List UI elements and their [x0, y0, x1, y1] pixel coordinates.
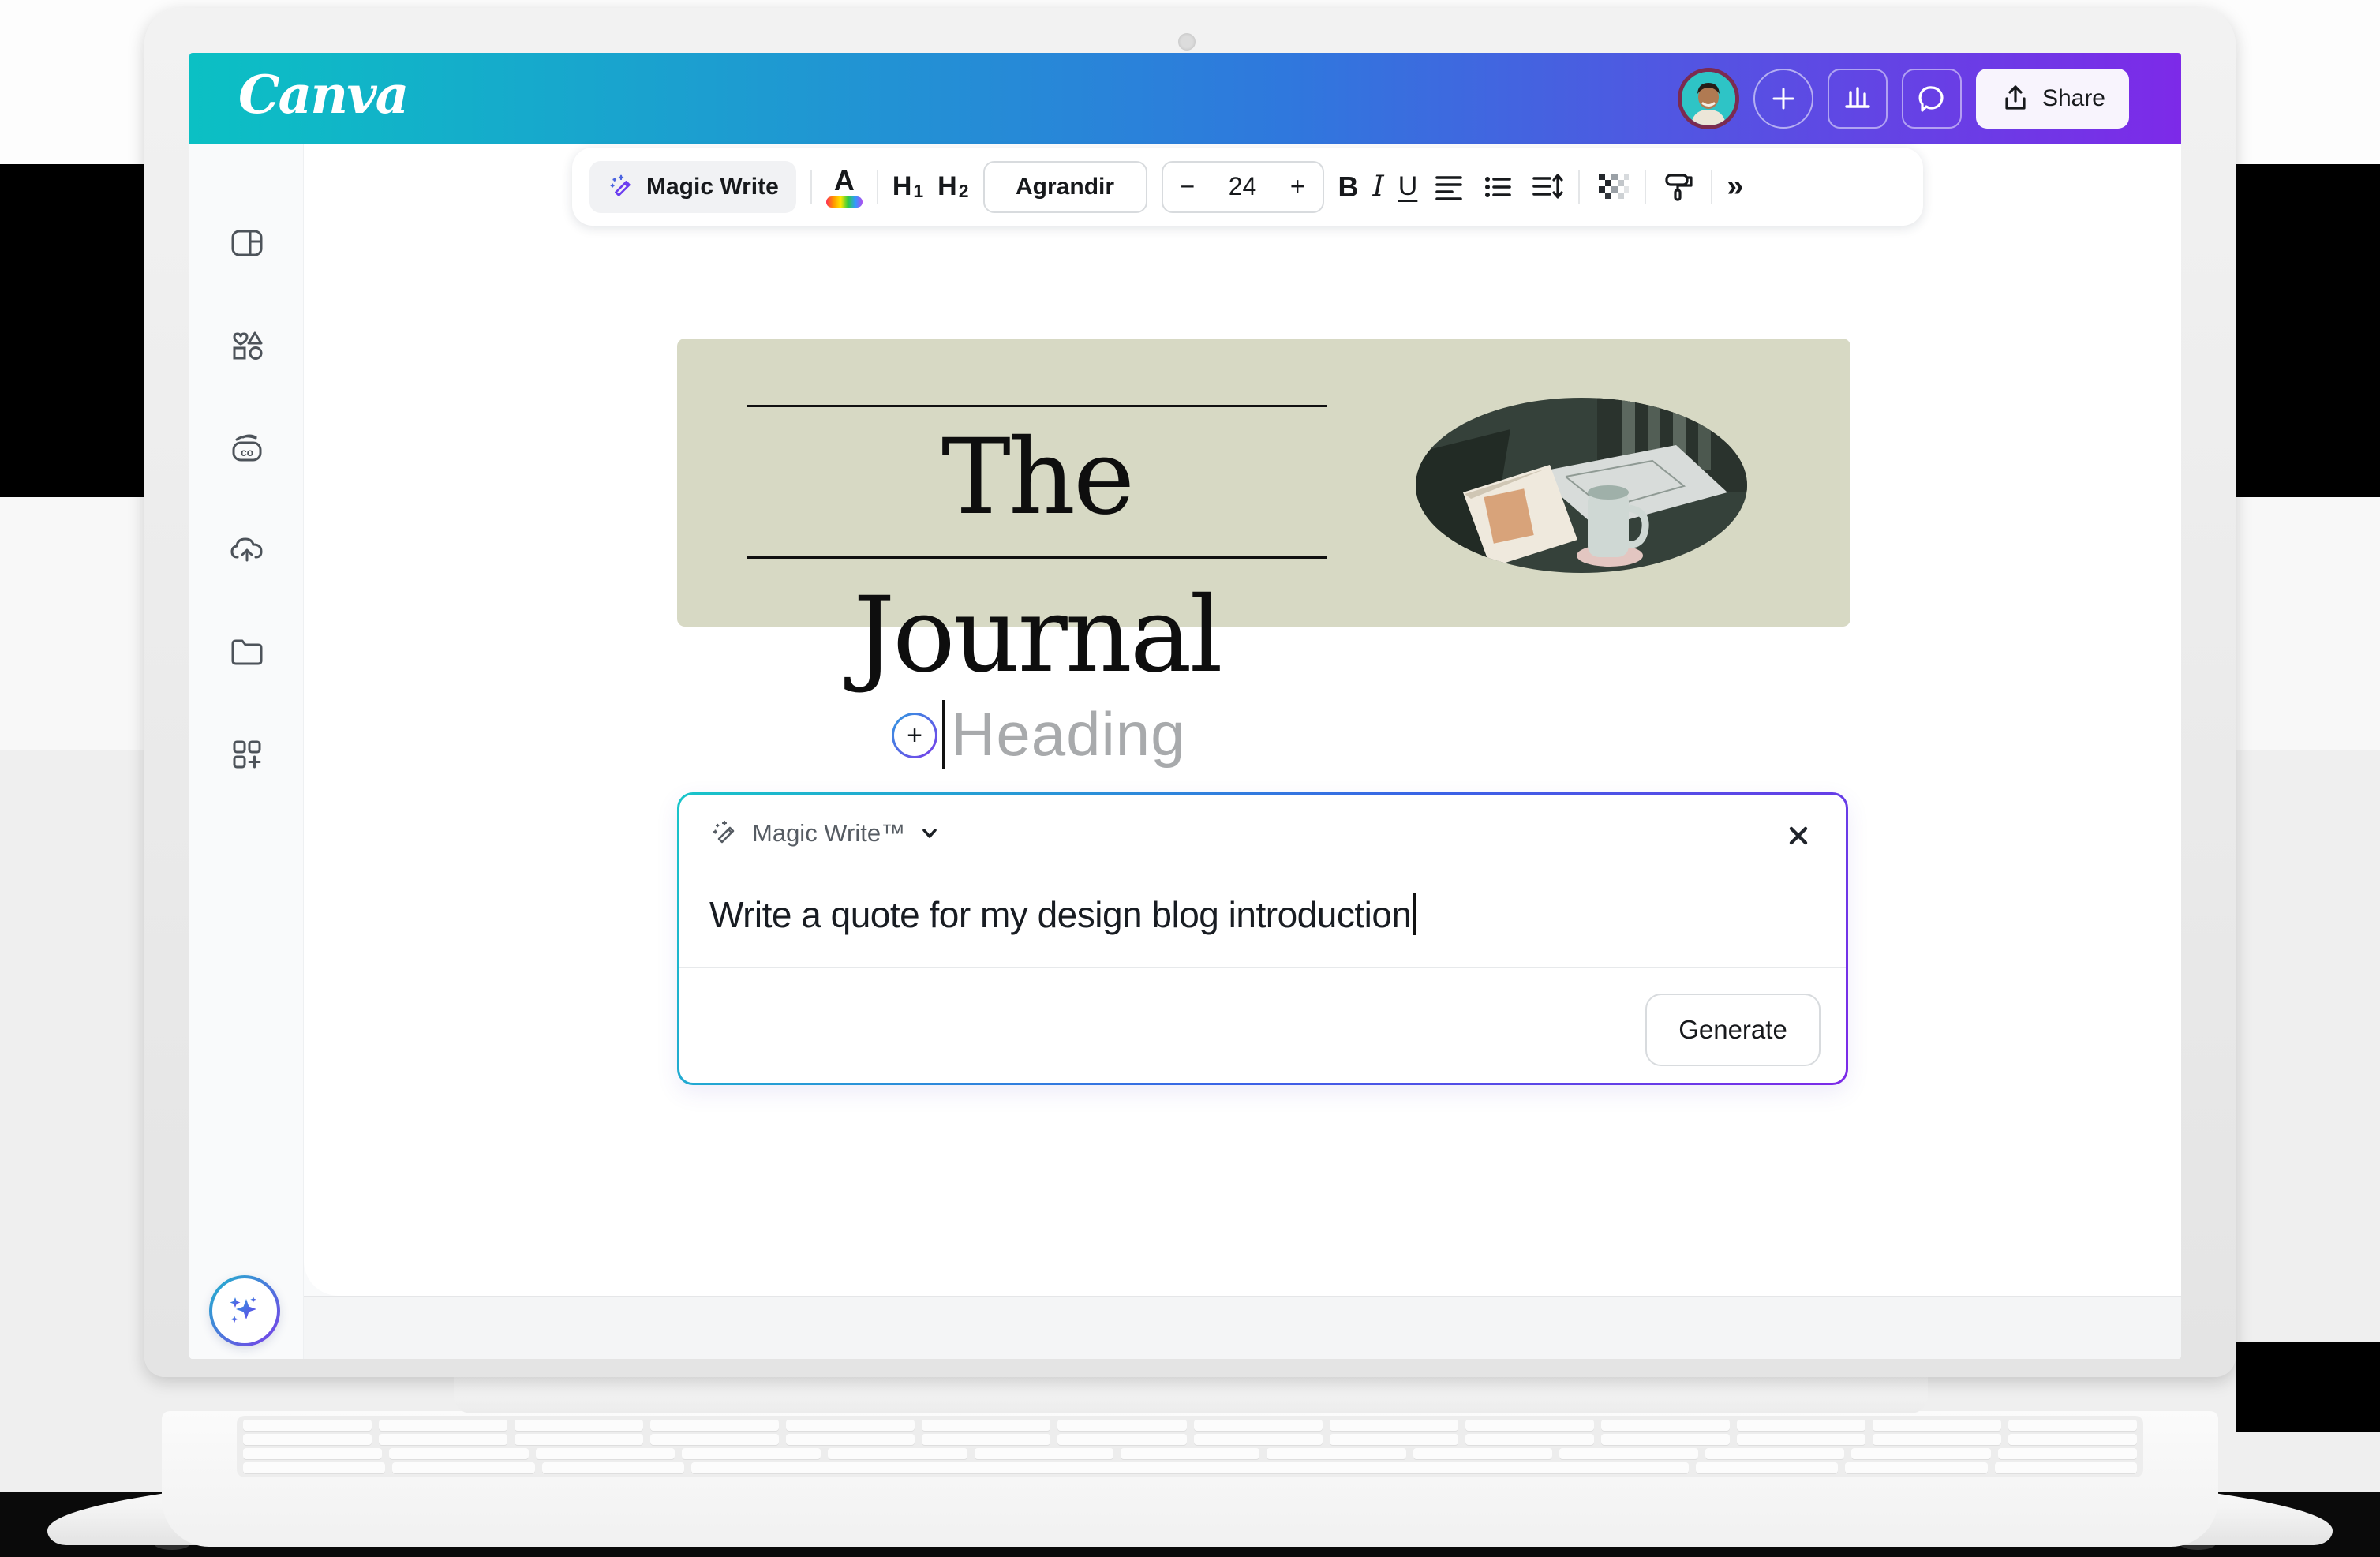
sidebar-item-design[interactable] [219, 215, 275, 271]
font-size-decrease[interactable]: − [1181, 172, 1196, 201]
prompt-cursor [1413, 893, 1416, 935]
magic-write-button[interactable]: Magic Write [589, 161, 796, 213]
brand-icon: co [227, 429, 267, 467]
font-size-increase[interactable]: + [1290, 172, 1305, 201]
bold-button[interactable]: B [1338, 170, 1359, 204]
italic-button[interactable]: I [1373, 170, 1384, 203]
marketing-mockup-scene: The Journal [0, 0, 2380, 1557]
panel-divider [679, 967, 1846, 968]
toolbar-divider [1645, 170, 1646, 204]
add-member-button[interactable] [1753, 69, 1813, 129]
avatar-photo [1682, 72, 1735, 125]
apps-icon [228, 735, 266, 773]
sidebar: co [189, 144, 304, 1359]
add-block-plus: + [907, 720, 922, 751]
insights-button[interactable] [1828, 69, 1888, 129]
canva-app-window: The Journal [189, 53, 2181, 1359]
banner-photo-ellipse[interactable] [1416, 398, 1747, 573]
line-spacing-button[interactable] [1529, 170, 1564, 204]
plus-icon [1768, 84, 1798, 114]
comment-bubble-icon [1914, 81, 1949, 116]
app-header: Canva [189, 53, 2181, 144]
svg-text:co: co [241, 446, 253, 458]
webcam-dot [1178, 33, 1196, 51]
sidebar-item-projects[interactable] [219, 624, 275, 679]
heading1-button[interactable]: H1 [892, 171, 923, 202]
font-size-value[interactable]: 24 [1229, 172, 1257, 201]
text-color-button[interactable]: A [826, 167, 863, 208]
doc-banner[interactable]: The Journal [677, 339, 1850, 627]
toolbar-divider [1578, 170, 1580, 204]
underline-button[interactable]: U [1398, 171, 1418, 202]
generate-button[interactable]: Generate [1645, 994, 1821, 1066]
magic-wand-icon [607, 173, 635, 201]
canva-assistant-button[interactable] [209, 1275, 280, 1346]
rainbow-color-bar [826, 196, 863, 208]
close-panel-button[interactable] [1783, 820, 1814, 851]
close-icon [1785, 822, 1812, 849]
magic-wand-icon [709, 818, 739, 848]
prompt-text: Write a quote for my design blog introdu… [709, 894, 1411, 935]
laptop-screen: The Journal [144, 8, 2236, 1377]
document-canvas[interactable]: The Journal [304, 144, 2181, 1296]
prompt-input[interactable]: Write a quote for my design blog introdu… [709, 893, 1416, 936]
chevron-down-icon [918, 822, 941, 845]
transparency-button[interactable] [1594, 169, 1630, 205]
banner-rule-bottom [747, 556, 1327, 559]
align-button[interactable] [1431, 170, 1466, 204]
design-icon [228, 224, 266, 262]
bg-black-patch-right [2236, 1342, 2380, 1432]
avatar[interactable] [1678, 68, 1739, 129]
share-label: Share [2042, 85, 2105, 112]
bar-chart-icon [1840, 81, 1875, 116]
toolbar-divider [1711, 170, 1712, 204]
elements-icon [228, 327, 266, 365]
bullet-list-button[interactable] [1480, 170, 1515, 204]
text-toolbar: Magic Write A H1 H2 Agrandir − [572, 148, 1923, 226]
font-size-stepper: − 24 + [1162, 161, 1324, 213]
text-cursor [942, 700, 945, 769]
sidebar-item-brand[interactable]: co [219, 421, 275, 476]
format-paint-button[interactable] [1660, 169, 1697, 205]
comments-button[interactable] [1902, 69, 1962, 129]
canva-logo[interactable]: Canva [238, 64, 407, 125]
laptop-keyboard [237, 1416, 2143, 1477]
journal-desk-photo [1416, 398, 1747, 573]
laptop-keyboard-deck [162, 1411, 2218, 1547]
sidebar-item-uploads[interactable] [219, 522, 275, 577]
magic-write-panel: Magic Write™ Write a quote for my design… [677, 792, 1848, 1085]
toolbar-divider [810, 170, 812, 204]
heading-placeholder[interactable]: Heading [951, 698, 1186, 770]
magic-write-menu[interactable]: Magic Write™ [709, 818, 941, 848]
status-bar [189, 1296, 2181, 1359]
laptop-hinge [454, 1377, 1928, 1413]
projects-icon [228, 633, 266, 671]
sidebar-item-elements[interactable] [219, 318, 275, 373]
add-block-button[interactable]: + [892, 713, 937, 758]
sidebar-item-apps[interactable] [219, 727, 275, 782]
toolbar-divider [877, 170, 878, 204]
font-family-selector[interactable]: Agrandir [983, 161, 1147, 213]
more-tools-button[interactable]: » [1727, 170, 1743, 204]
share-upload-icon [2000, 83, 2031, 114]
magic-write-title: Magic Write™ [752, 819, 905, 848]
sparkles-icon [225, 1291, 264, 1331]
uploads-icon [227, 530, 267, 568]
heading2-button[interactable]: H2 [937, 171, 968, 202]
share-button[interactable]: Share [1976, 69, 2129, 129]
